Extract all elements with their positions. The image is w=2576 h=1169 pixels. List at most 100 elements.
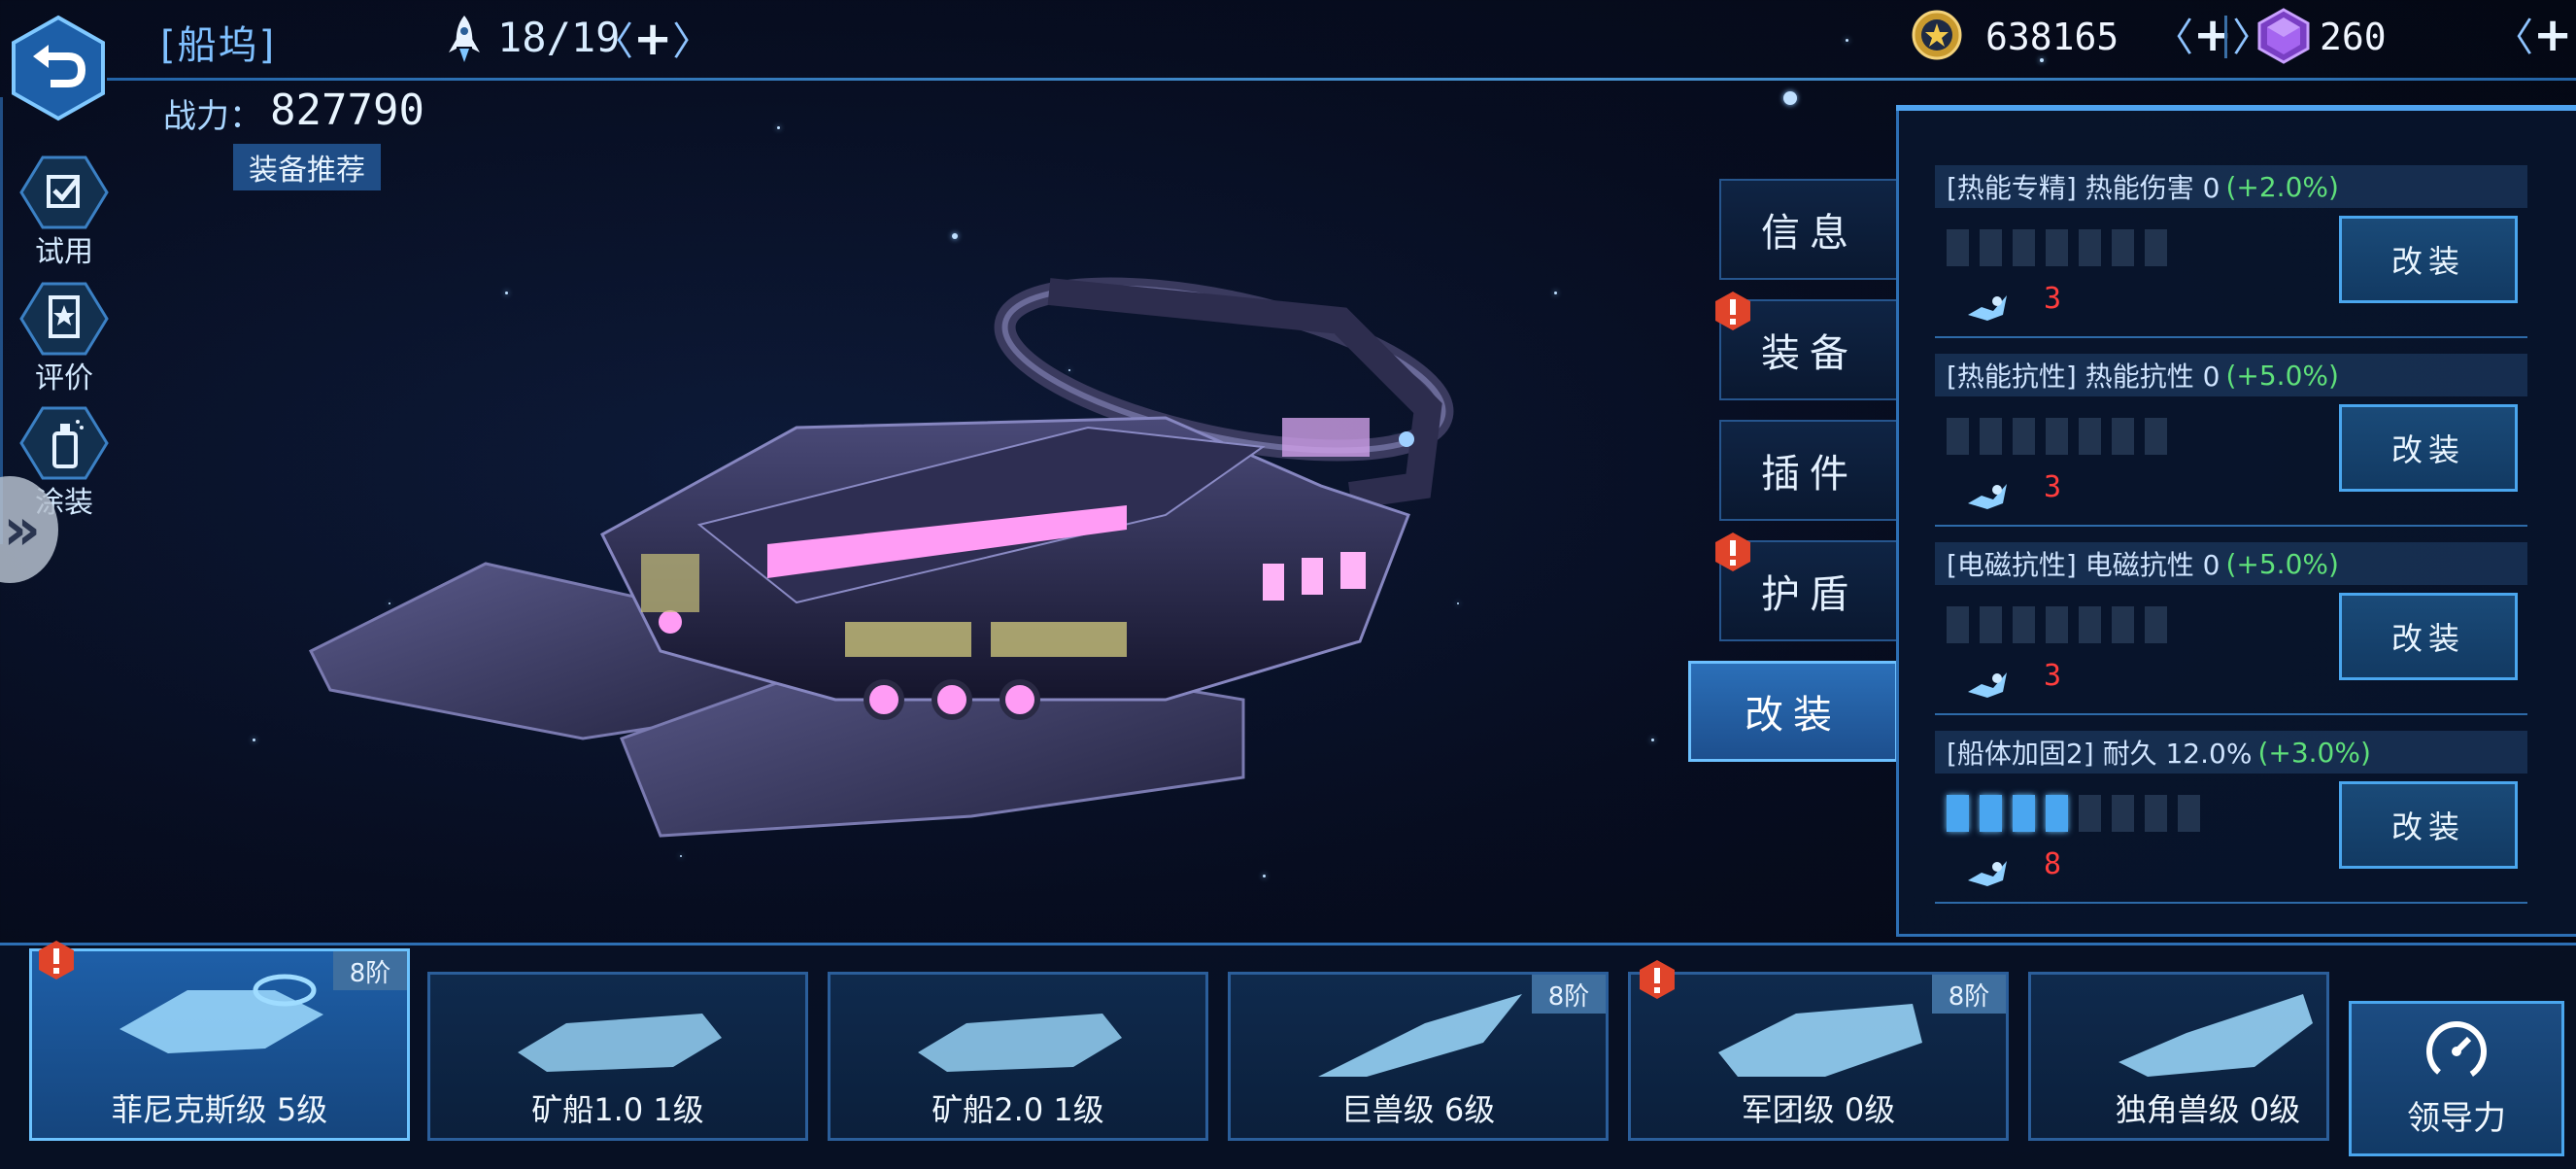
mod-part-icon (1968, 295, 2007, 321)
ship-card-behemoth[interactable]: 8阶 巨兽级 6级 (1228, 972, 1609, 1141)
mod-part-icon (1968, 484, 2007, 509)
back-button[interactable] (8, 14, 109, 122)
mod-header: [电磁抗性] 电磁抗性 0 (+5.0%) (1935, 542, 2527, 585)
star (777, 126, 780, 129)
level-pip (2013, 418, 2035, 455)
level-pip (2145, 795, 2167, 832)
bracket-left: 〈 (594, 19, 633, 64)
level-pip (1980, 606, 2002, 643)
modify-button[interactable]: 改装 (2339, 216, 2518, 303)
mod-level-pips (1947, 606, 2167, 643)
level-pip (1947, 418, 1969, 455)
back-arrow-icon (12, 15, 105, 121)
star (1554, 292, 1557, 294)
level-pip (1947, 795, 1969, 832)
dock-title: [船坞] (160, 23, 277, 68)
mod-slot-em-resist: [电磁抗性] 电磁抗性 0 (+5.0%) 3 改装 (1935, 542, 2527, 727)
ship-card-miner-2[interactable]: 矿船2.0 1级 (828, 972, 1208, 1141)
modify-button[interactable]: 改装 (2339, 781, 2518, 869)
mod-tag: [电磁抗性] (1947, 549, 2077, 581)
star (1846, 39, 1848, 42)
tab-modify[interactable]: 改装 (1688, 661, 1898, 762)
ship-card-legion[interactable]: 8阶 军团级 0级 (1628, 972, 2009, 1141)
side-rating-button[interactable]: 评价 (14, 282, 115, 396)
equip-recommend-button[interactable]: 装备推荐 (233, 144, 381, 190)
ship-name: 矿船2.0 1级 (932, 1091, 1104, 1128)
modify-button[interactable]: 改装 (2339, 404, 2518, 492)
ship-card-miner-1[interactable]: 矿船1.0 1级 (427, 972, 808, 1141)
equipment-alert-icon (1715, 292, 1750, 330)
level-pip (1980, 229, 2002, 266)
shield-alert-icon (1715, 533, 1750, 571)
level-pip (2013, 229, 2035, 266)
star (253, 739, 255, 741)
ship-name: 菲尼克斯级 5级 (111, 1091, 328, 1128)
level-pip (2145, 418, 2167, 455)
mod-bonus: (+3.0%) (2257, 736, 2371, 769)
mod-tag: [热能抗性] (1947, 361, 2077, 393)
mod-tag: [热能专精] (1947, 172, 2077, 204)
mod-header: [热能抗性] 热能抗性 0 (+5.0%) (1935, 354, 2527, 396)
mod-part-count: 3 (2044, 470, 2062, 504)
level-pip (1980, 795, 2002, 832)
ship-card-phoenix[interactable]: 8阶 菲尼克斯级 5级 (29, 948, 410, 1141)
level-pip (2112, 229, 2134, 266)
plus-icon: + (633, 12, 673, 66)
tab-plugins[interactable]: 插件 (1719, 420, 1898, 521)
double-chevron-right-icon: » (3, 496, 41, 564)
mod-level-pips (1947, 229, 2167, 266)
leadership-label: 领导力 (2407, 1099, 2506, 1138)
level-pip (2079, 229, 2101, 266)
level-pip (1947, 229, 1969, 266)
top-divider (107, 78, 2576, 81)
level-pip (2112, 418, 2134, 455)
mod-part-count: 3 (2044, 282, 2062, 316)
star (1783, 91, 1797, 105)
leadership-button[interactable]: 领导力 (2349, 1001, 2564, 1156)
checkbox-icon (19, 155, 109, 229)
bracket-left: 〈 (2494, 16, 2533, 60)
power-label: 战力： (163, 97, 262, 136)
mod-tag: [船体加固2] (1947, 738, 2094, 770)
mod-part-count: 8 (2044, 847, 2062, 881)
ship-name: 军团级 0级 (1741, 1091, 1896, 1128)
ship-alert-icon (39, 941, 74, 980)
level-pip (1980, 418, 2002, 455)
level-pip (2013, 795, 2035, 832)
add-coins-button[interactable]: 〈+〉 (2154, 12, 2271, 58)
star (1651, 739, 1654, 741)
mod-header: [船体加固2] 耐久 12.0% (+3.0%) (1935, 731, 2527, 774)
bracket-left: 〈 (2154, 16, 2193, 60)
mod-part-count: 3 (2044, 659, 2062, 693)
ship-thumbnail (1318, 994, 1522, 1077)
level-pip (2046, 795, 2068, 832)
level-pip (2079, 606, 2101, 643)
ship-name: 巨兽级 6级 (1340, 1091, 1496, 1128)
mod-divider (1935, 713, 2527, 715)
side-trial-label: 试用 (35, 235, 93, 269)
power-value: 827790 (270, 86, 424, 135)
mod-level-pips (1947, 418, 2167, 455)
add-ship-slot-button[interactable]: 〈+〉 (594, 16, 711, 62)
level-pip (2013, 606, 2035, 643)
ship-thumbnail (518, 1014, 722, 1072)
mod-divider (1935, 525, 2527, 527)
mod-level-pips (1947, 795, 2200, 832)
tab-info[interactable]: 信息 (1719, 179, 1898, 280)
mod-bonus: (+5.0%) (2225, 359, 2339, 392)
battleship-model (308, 277, 1454, 838)
mod-bonus: (+5.0%) (2225, 547, 2339, 580)
ship-name: 矿船1.0 1级 (531, 1091, 704, 1128)
level-pip (2145, 229, 2167, 266)
currency-divider (2224, 16, 2227, 58)
ship-card-unicorn[interactable]: 独角兽级 0级 (2028, 972, 2329, 1141)
level-pip (2145, 606, 2167, 643)
ship-thumbnail (2118, 994, 2313, 1077)
side-trial-button[interactable]: 试用 (14, 155, 115, 270)
modify-button[interactable]: 改装 (2339, 593, 2518, 680)
star-card-icon (19, 282, 109, 356)
add-gems-button[interactable]: 〈+ (2494, 12, 2572, 58)
level-pip (2046, 418, 2068, 455)
mod-part-icon (1968, 672, 2007, 698)
ship-thumbnail (918, 1014, 1122, 1072)
